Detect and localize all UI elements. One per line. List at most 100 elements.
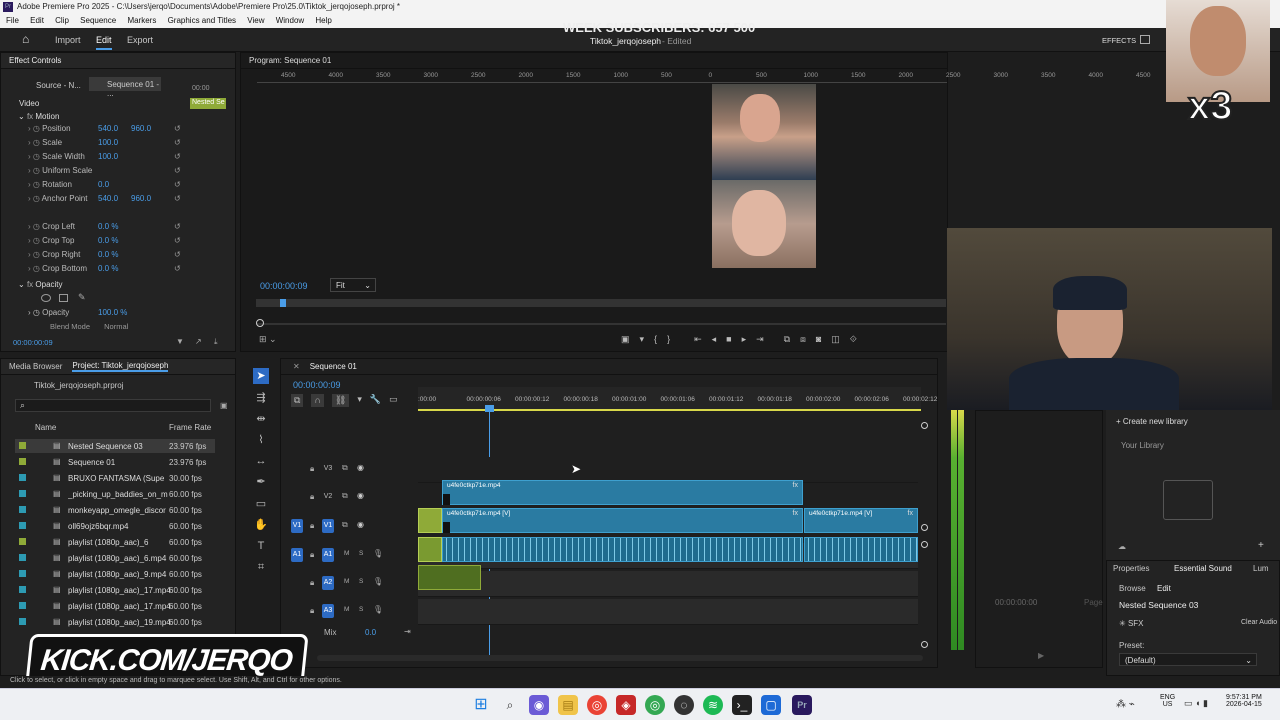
mask-rect-icon[interactable]	[59, 294, 68, 302]
solo-button[interactable]: S	[359, 550, 363, 557]
settings-icon[interactable]: ⤓	[214, 337, 218, 347]
caption-track-icon[interactable]: ▭	[389, 394, 398, 407]
source-tab[interactable]: Source - N...	[36, 81, 81, 90]
type-icon[interactable]: T	[253, 538, 269, 554]
stopwatch-icon[interactable]: › ◷	[28, 264, 42, 273]
page-label[interactable]: Page	[1084, 598, 1103, 607]
play-icon[interactable]: ▶	[1038, 651, 1044, 660]
effects-label[interactable]: EFFECTS	[1102, 36, 1136, 45]
mic-icon[interactable]: 🎙︎	[373, 577, 383, 586]
windows-start-icon[interactable]: ⊞	[471, 695, 491, 715]
reset-icon[interactable]: ↺	[174, 152, 181, 161]
program-settings-icon[interactable]: ⊞ ⌄	[259, 334, 277, 345]
out-point-icon[interactable]: }	[667, 334, 670, 348]
menu-view[interactable]: View	[247, 16, 264, 25]
in-point-icon[interactable]: {	[654, 334, 657, 348]
opacity-row[interactable]: ⌄ fx Opacity	[18, 280, 63, 289]
compare-icon[interactable]: ◫	[831, 334, 840, 348]
track-target[interactable]: V1	[322, 519, 334, 533]
go-to-out-icon[interactable]: ⇥	[756, 334, 764, 348]
step-forward-icon[interactable]: ▸	[742, 334, 747, 348]
spotify-icon[interactable]: ≋	[703, 695, 723, 715]
effect-row[interactable]: › ◷ Crop Top 0.0 % ↺	[28, 236, 228, 249]
sync-icon[interactable]: ⧉	[342, 463, 348, 473]
terminal-icon[interactable]: ›_	[732, 695, 752, 715]
effect-value[interactable]: 0.0 %	[98, 222, 118, 231]
reset-icon[interactable]: ↺	[174, 180, 181, 189]
v1-clip-b[interactable]: u4fe0ctkp71e.mp4 [V] fx	[804, 508, 918, 533]
track-header[interactable]: 🔒︎ A3 M S 🎙︎	[281, 599, 417, 623]
lock-icon[interactable]: 🔒︎	[310, 550, 314, 560]
sequence-tab[interactable]: Sequence 01 - ...	[89, 77, 161, 98]
v1-nested-clip[interactable]	[418, 508, 442, 533]
reset-icon[interactable]: ↺	[174, 250, 181, 259]
solo-button[interactable]: S	[359, 578, 363, 585]
v2-clip[interactable]: u4fe0ctkp71e.mp4 fx	[442, 480, 803, 505]
lum-tab[interactable]: Lum	[1253, 564, 1269, 573]
export-tab[interactable]: Export	[127, 35, 153, 45]
fit-dropdown[interactable]: Fit ⌄	[330, 278, 376, 292]
voice-app-icon[interactable]: ◈	[616, 695, 636, 715]
menu-help[interactable]: Help	[315, 16, 331, 25]
track-target[interactable]: V3	[322, 462, 334, 476]
project-item[interactable]: ▤ playlist (1080p_aac)_9.mp4 60.00 fps	[15, 567, 215, 581]
preset-dropdown[interactable]: (Default) ⌄	[1119, 653, 1257, 666]
source-patch[interactable]: V1	[291, 519, 303, 533]
vscroll-handle-2[interactable]	[921, 524, 928, 531]
media-browser-tab[interactable]: Media Browser	[9, 362, 62, 371]
effect-row[interactable]: › ◷ Crop Left 0.0 % ↺	[28, 222, 228, 235]
menu-sequence[interactable]: Sequence	[80, 16, 116, 25]
reset-icon[interactable]: ↺	[174, 222, 181, 231]
program-scrub-bar[interactable]	[256, 299, 946, 307]
project-item[interactable]: ▤ playlist (1080p_aac)_6 60.00 fps	[15, 535, 215, 549]
project-item[interactable]: ▤ BRUXO FANTASMA (Supe 30.00 fps	[15, 471, 215, 485]
effect-row[interactable]: › ◷ Anchor Point 540.0 960.0 ↺	[28, 194, 228, 207]
project-item[interactable]: ▤ monkeyapp_omegle_discor 60.00 fps	[15, 503, 215, 517]
effect-value[interactable]: 100.0	[98, 152, 118, 161]
linked-icon[interactable]: ⛓	[331, 394, 350, 407]
stopwatch-icon[interactable]: › ◷	[28, 236, 42, 245]
lock-icon[interactable]: 🔒︎	[310, 606, 314, 616]
app-icon[interactable]: ▢	[761, 695, 781, 715]
stopwatch-icon[interactable]: › ◷	[28, 250, 42, 259]
mute-button[interactable]: M	[344, 606, 349, 613]
effect-row[interactable]: › ◷ Position 540.0 960.0 ↺	[28, 124, 228, 137]
stop-icon[interactable]: ■	[726, 334, 731, 348]
v1-clip[interactable]: u4fe0ctkp71e.mp4 [V] fx	[442, 508, 803, 533]
create-library-link[interactable]: + Create new library	[1116, 417, 1188, 426]
chrome-icon[interactable]: ◎	[587, 695, 607, 715]
track-target[interactable]: A2	[322, 576, 334, 590]
discord-icon[interactable]: ◉	[529, 695, 549, 715]
project-item[interactable]: ▤ oll69ojz6bqr.mp4 60.00 fps	[15, 519, 215, 533]
stopwatch-icon[interactable]: › ◷	[28, 166, 42, 175]
lock-icon[interactable]: 🔒︎	[310, 464, 314, 474]
name-column[interactable]: Name	[35, 423, 56, 432]
reset-icon[interactable]: ↺	[174, 166, 181, 175]
program-timecode[interactable]: 00:00:00:09	[260, 281, 308, 291]
edit-tab[interactable]: Edit	[96, 35, 112, 50]
add-icon[interactable]: +	[1258, 540, 1264, 551]
effect-value[interactable]: 540.0	[98, 194, 118, 203]
a1-clip-b[interactable]	[804, 537, 918, 562]
tray-icons[interactable]: ⁂ ⌁	[1116, 699, 1135, 710]
mic-icon[interactable]: 🎙︎	[373, 605, 383, 614]
insert-icon[interactable]: ⧉	[784, 334, 790, 348]
menu-window[interactable]: Window	[276, 16, 304, 25]
effect-row[interactable]: › ◷ Scale Width 100.0 ↺	[28, 152, 228, 165]
vscroll-handle[interactable]	[921, 422, 928, 429]
motion-row[interactable]: ⌄ fx Motion	[18, 112, 59, 121]
slip-icon[interactable]: ↔	[253, 453, 269, 469]
marker-icon[interactable]: ▾	[640, 334, 645, 348]
mix-keyframe-icon[interactable]: ⇥	[404, 627, 411, 636]
camera-icon[interactable]: ◙	[816, 334, 821, 348]
blend-mode-select[interactable]: Normal	[104, 322, 128, 331]
mask-ellipse-icon[interactable]	[41, 294, 51, 302]
wrench-icon[interactable]: 🔧	[370, 394, 381, 407]
close-icon[interactable]: ✕	[293, 362, 300, 371]
import-tab[interactable]: Import	[55, 35, 81, 45]
properties-tab[interactable]: Properties	[1113, 564, 1149, 573]
obs-icon[interactable]: ◌	[674, 695, 694, 715]
track-header[interactable]: A1 🔒︎ A1 M S 🎙︎	[281, 543, 417, 567]
ec-timecode[interactable]: 00:00:00:09	[13, 338, 53, 347]
rectangle-icon[interactable]: ▭	[253, 496, 269, 512]
